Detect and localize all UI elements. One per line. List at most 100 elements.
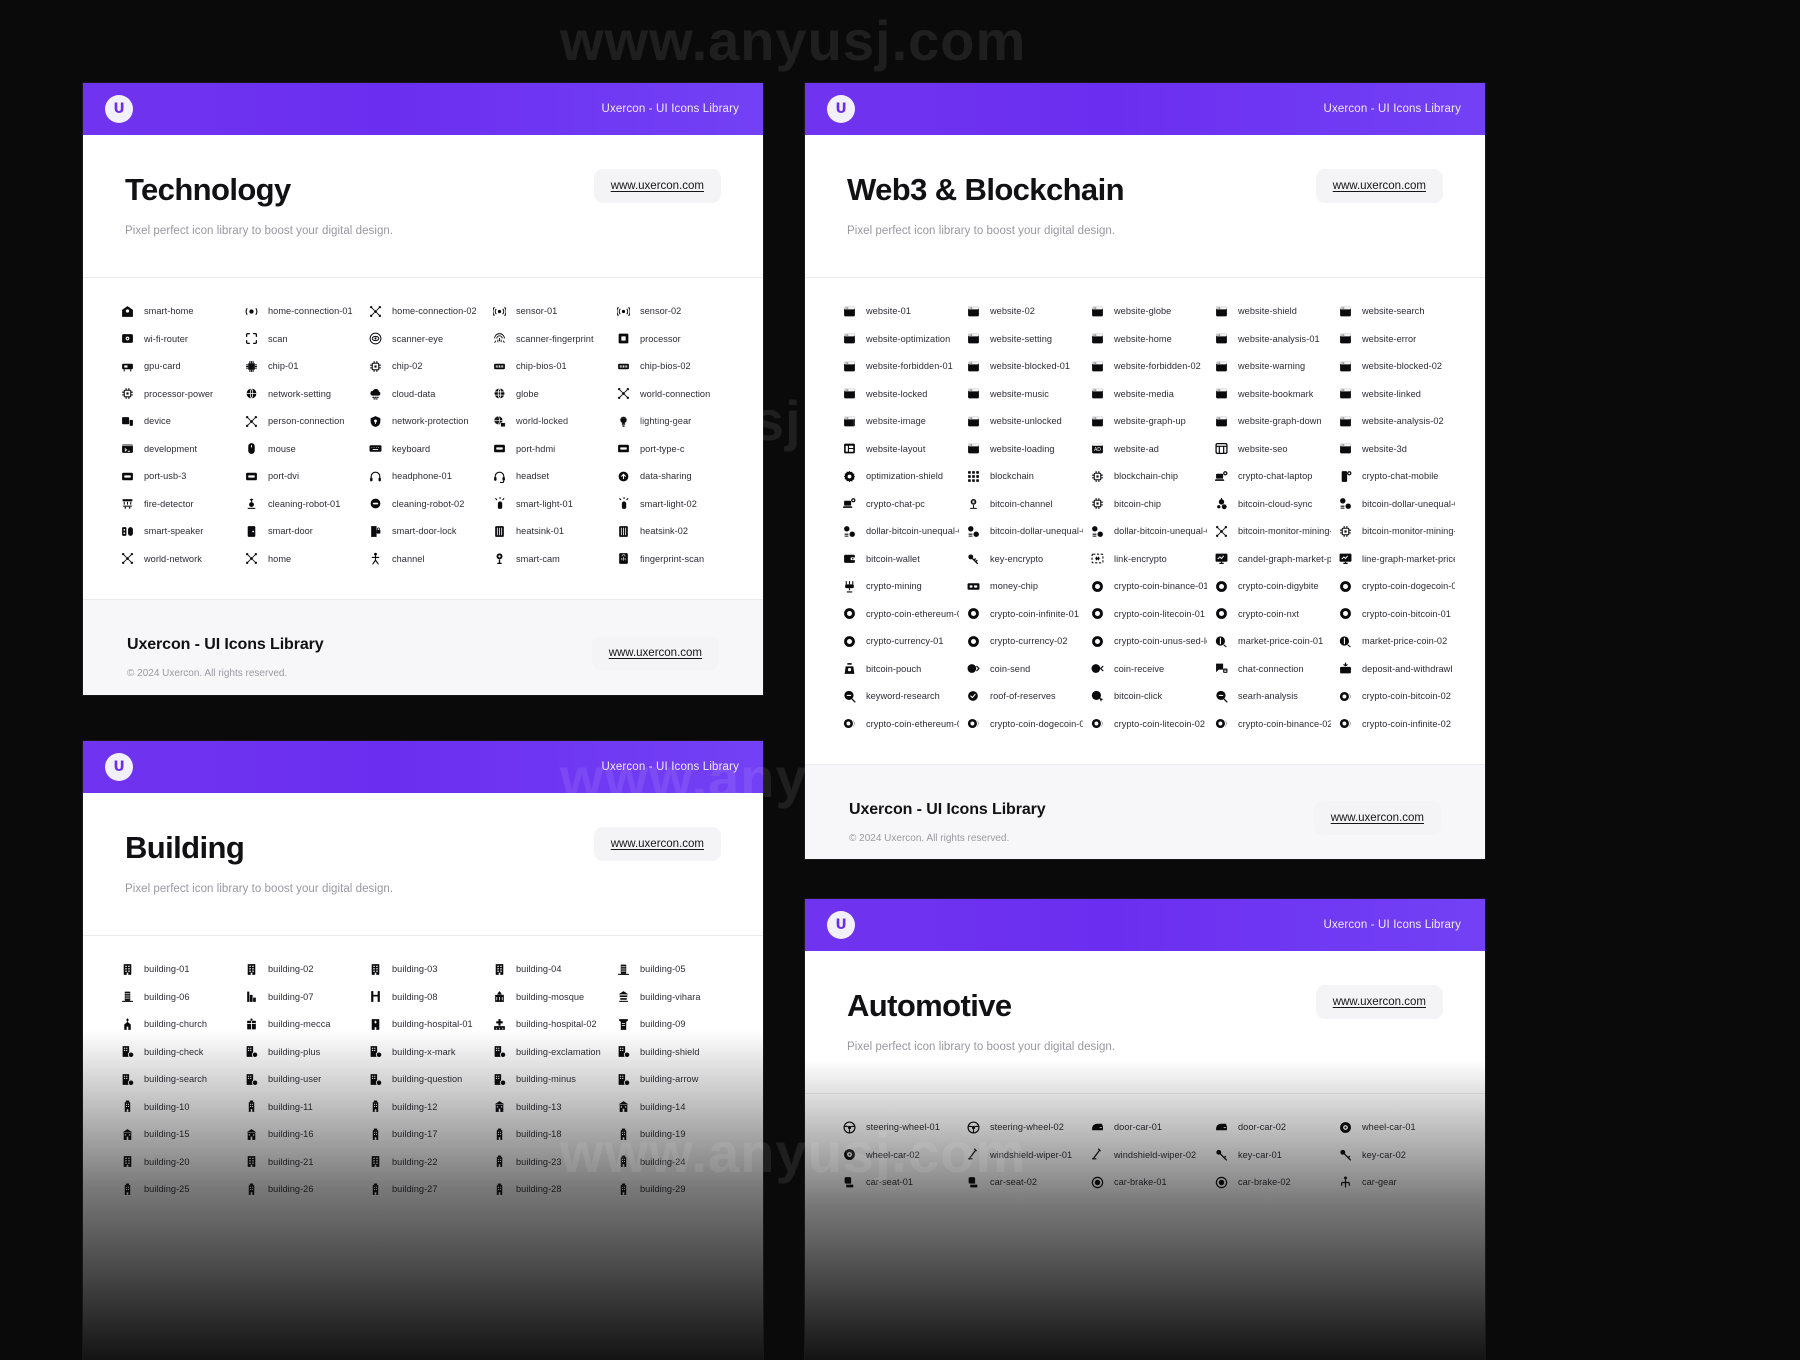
icon-item[interactable]: building-mecca xyxy=(237,1011,361,1039)
icon-item[interactable]: candel-graph-market-price xyxy=(1207,545,1331,573)
icon-item[interactable]: dollar-bitcoin-unequal-01 xyxy=(835,518,959,546)
icon-item[interactable]: building-11 xyxy=(237,1093,361,1121)
icon-item[interactable]: searh-analysis xyxy=(1207,683,1331,711)
icon-item[interactable]: building-12 xyxy=(361,1093,485,1121)
icon-item[interactable]: heatsink-02 xyxy=(609,518,733,546)
icon-item[interactable]: website-optimization xyxy=(835,325,959,353)
icon-item[interactable]: building-18 xyxy=(485,1121,609,1149)
icon-item[interactable]: bitcoin-monitor-mining-01 xyxy=(1207,518,1331,546)
icon-item[interactable]: building-search xyxy=(113,1066,237,1094)
icon-item[interactable]: scanner-eye xyxy=(361,325,485,353)
icon-item[interactable]: building-25 xyxy=(113,1176,237,1204)
icon-item[interactable]: world-connection xyxy=(609,380,733,408)
icon-item[interactable]: car-seat-02 xyxy=(959,1169,1083,1197)
icon-item[interactable]: money-chip xyxy=(959,573,1083,601)
icon-item[interactable]: building-08 xyxy=(361,983,485,1011)
icon-item[interactable]: windshield-wiper-01 xyxy=(959,1141,1083,1169)
icon-item[interactable]: website-layout xyxy=(835,435,959,463)
icon-item[interactable]: smart-light-01 xyxy=(485,490,609,518)
icon-item[interactable]: building-user xyxy=(237,1066,361,1094)
icon-item[interactable]: sensor-02 xyxy=(609,298,733,326)
icon-item[interactable]: optimization-shield xyxy=(835,463,959,491)
icon-item[interactable]: coin-send xyxy=(959,655,1083,683)
website-url-button[interactable]: www.uxercon.com xyxy=(593,169,721,203)
icon-item[interactable]: website-media xyxy=(1083,380,1207,408)
icon-item[interactable]: crypto-chat-laptop xyxy=(1207,463,1331,491)
icon-item[interactable]: crypto-coin-bitcoin-02 xyxy=(1331,683,1455,711)
icon-item[interactable]: steering-wheel-02 xyxy=(959,1114,1083,1142)
icon-item[interactable]: home-connection-01 xyxy=(237,298,361,326)
icon-item[interactable]: building-vihara xyxy=(609,983,733,1011)
icon-item[interactable]: website-loading xyxy=(959,435,1083,463)
icon-item[interactable]: bitcoin-channel xyxy=(959,490,1083,518)
icon-item[interactable]: website-locked xyxy=(835,380,959,408)
icon-item[interactable]: crypto-coin-binance-02 xyxy=(1207,710,1331,738)
icon-item[interactable]: building-arrow xyxy=(609,1066,733,1094)
icon-item[interactable]: channel xyxy=(361,545,485,573)
icon-item[interactable]: building-06 xyxy=(113,983,237,1011)
icon-item[interactable]: key-car-01 xyxy=(1207,1141,1331,1169)
icon-item[interactable]: crypto-coin-unus-sed-leo xyxy=(1083,628,1207,656)
icon-item[interactable]: website-forbidden-01 xyxy=(835,353,959,381)
icon-item[interactable]: building-19 xyxy=(609,1121,733,1149)
icon-item[interactable]: bitcoin-monitor-mining-02 xyxy=(1331,518,1455,546)
icon-item[interactable]: building-13 xyxy=(485,1093,609,1121)
icon-item[interactable]: roof-of-reserves xyxy=(959,683,1083,711)
icon-item[interactable]: key-car-02 xyxy=(1331,1141,1455,1169)
icon-item[interactable]: smart-light-02 xyxy=(609,490,733,518)
icon-item[interactable]: building-28 xyxy=(485,1176,609,1204)
icon-item[interactable]: deposit-and-withdrawl xyxy=(1331,655,1455,683)
icon-item[interactable]: building-15 xyxy=(113,1121,237,1149)
icon-item[interactable]: door-car-02 xyxy=(1207,1114,1331,1142)
icon-item[interactable]: market-price-coin-01 xyxy=(1207,628,1331,656)
icon-item[interactable]: dollar-bitcoin-unequal-02 xyxy=(1083,518,1207,546)
icon-item[interactable]: building-mosque xyxy=(485,983,609,1011)
icon-item[interactable]: website-blocked-02 xyxy=(1331,353,1455,381)
icon-item[interactable]: website-analysis-01 xyxy=(1207,325,1331,353)
icon-item[interactable]: building-check xyxy=(113,1038,237,1066)
footer-website-url-button[interactable]: www.uxercon.com xyxy=(591,635,719,670)
icon-item[interactable]: chip-02 xyxy=(361,353,485,381)
icon-item[interactable]: building-24 xyxy=(609,1148,733,1176)
icon-item[interactable]: crypto-mining xyxy=(835,573,959,601)
icon-item[interactable]: bitcoin-dollar-unequal-01 xyxy=(1331,490,1455,518)
icon-item[interactable]: network-protection xyxy=(361,408,485,436)
icon-item[interactable]: port-dvi xyxy=(237,463,361,491)
icon-item[interactable]: crypto-coin-litecoin-02 xyxy=(1083,710,1207,738)
icon-item[interactable]: building-05 xyxy=(609,956,733,984)
icon-item[interactable]: building-question xyxy=(361,1066,485,1094)
icon-item[interactable]: blockchain-chip xyxy=(1083,463,1207,491)
icon-item[interactable]: website-blocked-01 xyxy=(959,353,1083,381)
icon-item[interactable]: processor-power xyxy=(113,380,237,408)
icon-item[interactable]: crypto-currency-01 xyxy=(835,628,959,656)
icon-item[interactable]: bitcoin-dollar-unequal-02 xyxy=(959,518,1083,546)
icon-item[interactable]: building-church xyxy=(113,1011,237,1039)
icon-item[interactable]: building-x-mark xyxy=(361,1038,485,1066)
icon-item[interactable]: gpu-card xyxy=(113,353,237,381)
icon-item[interactable]: bitcoin-cloud-sync xyxy=(1207,490,1331,518)
icon-item[interactable]: website-graph-down xyxy=(1207,408,1331,436)
icon-item[interactable]: headset xyxy=(485,463,609,491)
icon-item[interactable]: chat-connection xyxy=(1207,655,1331,683)
icon-item[interactable]: building-03 xyxy=(361,956,485,984)
icon-item[interactable]: car-gear xyxy=(1331,1169,1455,1197)
icon-item[interactable]: sensor-01 xyxy=(485,298,609,326)
icon-item[interactable]: building-23 xyxy=(485,1148,609,1176)
icon-item[interactable]: crypto-coin-bitcoin-01 xyxy=(1331,600,1455,628)
icon-item[interactable]: fire-detector xyxy=(113,490,237,518)
icon-item[interactable]: crypto-coin-ethereum-02 xyxy=(835,710,959,738)
icon-item[interactable]: building-14 xyxy=(609,1093,733,1121)
icon-item[interactable]: building-21 xyxy=(237,1148,361,1176)
icon-item[interactable]: building-16 xyxy=(237,1121,361,1149)
icon-item[interactable]: headphone-01 xyxy=(361,463,485,491)
icon-item[interactable]: smart-door xyxy=(237,518,361,546)
icon-item[interactable]: building-01 xyxy=(113,956,237,984)
icon-item[interactable]: blockchain xyxy=(959,463,1083,491)
icon-item[interactable]: network-setting xyxy=(237,380,361,408)
icon-item[interactable]: key-encrypto xyxy=(959,545,1083,573)
icon-item[interactable]: wheel-car-02 xyxy=(835,1141,959,1169)
icon-item[interactable]: smart-door-lock xyxy=(361,518,485,546)
icon-item[interactable]: bitcoin-chip xyxy=(1083,490,1207,518)
icon-item[interactable]: scanner-fingerprint xyxy=(485,325,609,353)
icon-item[interactable]: development xyxy=(113,435,237,463)
